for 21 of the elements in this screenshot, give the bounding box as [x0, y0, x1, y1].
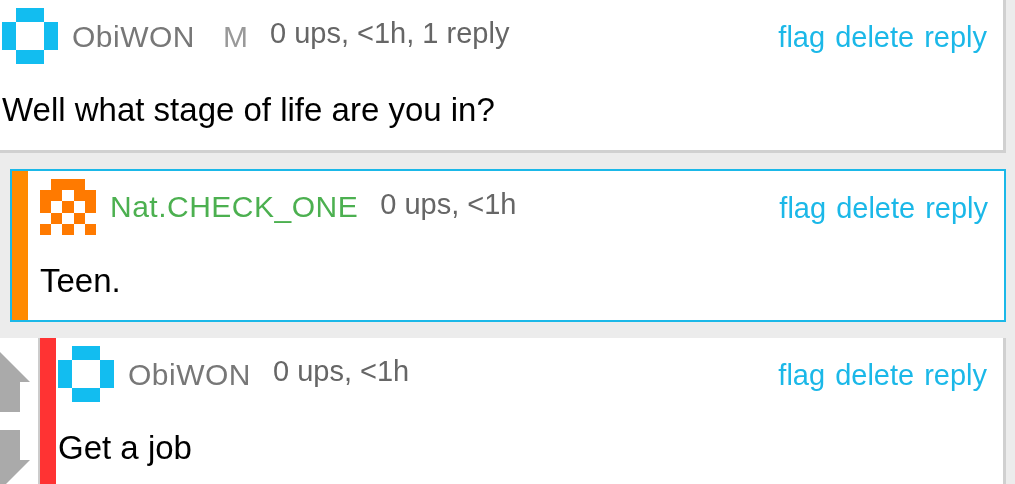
- comment-text: Well what stage of life are you in?: [2, 90, 496, 130]
- action-link[interactable]: delete: [835, 354, 915, 398]
- action-link[interactable]: flag: [779, 186, 827, 231]
- action-link[interactable]: delete: [835, 16, 915, 60]
- action-link[interactable]: flag: [778, 354, 826, 398]
- comment-text: Teen.: [40, 260, 122, 301]
- comment-meta: 0 ups, <1h: [273, 354, 410, 390]
- username-link[interactable]: Nat.CHECK_ONE: [110, 184, 359, 230]
- action-link[interactable]: reply: [924, 16, 987, 60]
- action-link[interactable]: reply: [924, 354, 987, 398]
- comment-text: Get a job: [58, 428, 193, 468]
- username-link[interactable]: ObiWON: [72, 13, 195, 59]
- action-link[interactable]: delete: [836, 186, 916, 231]
- upvote-icon[interactable]: [0, 352, 30, 413]
- comment-meta: 0 ups, <1h: [380, 186, 517, 222]
- downvote-icon[interactable]: [0, 430, 30, 484]
- comment-meta: 0 ups, <1h, 1 reply: [270, 16, 510, 51]
- username-link[interactable]: ObiWON: [128, 351, 251, 397]
- action-link[interactable]: flag: [778, 16, 826, 60]
- action-link[interactable]: reply: [925, 186, 988, 231]
- mod-label: M: [223, 18, 248, 55]
